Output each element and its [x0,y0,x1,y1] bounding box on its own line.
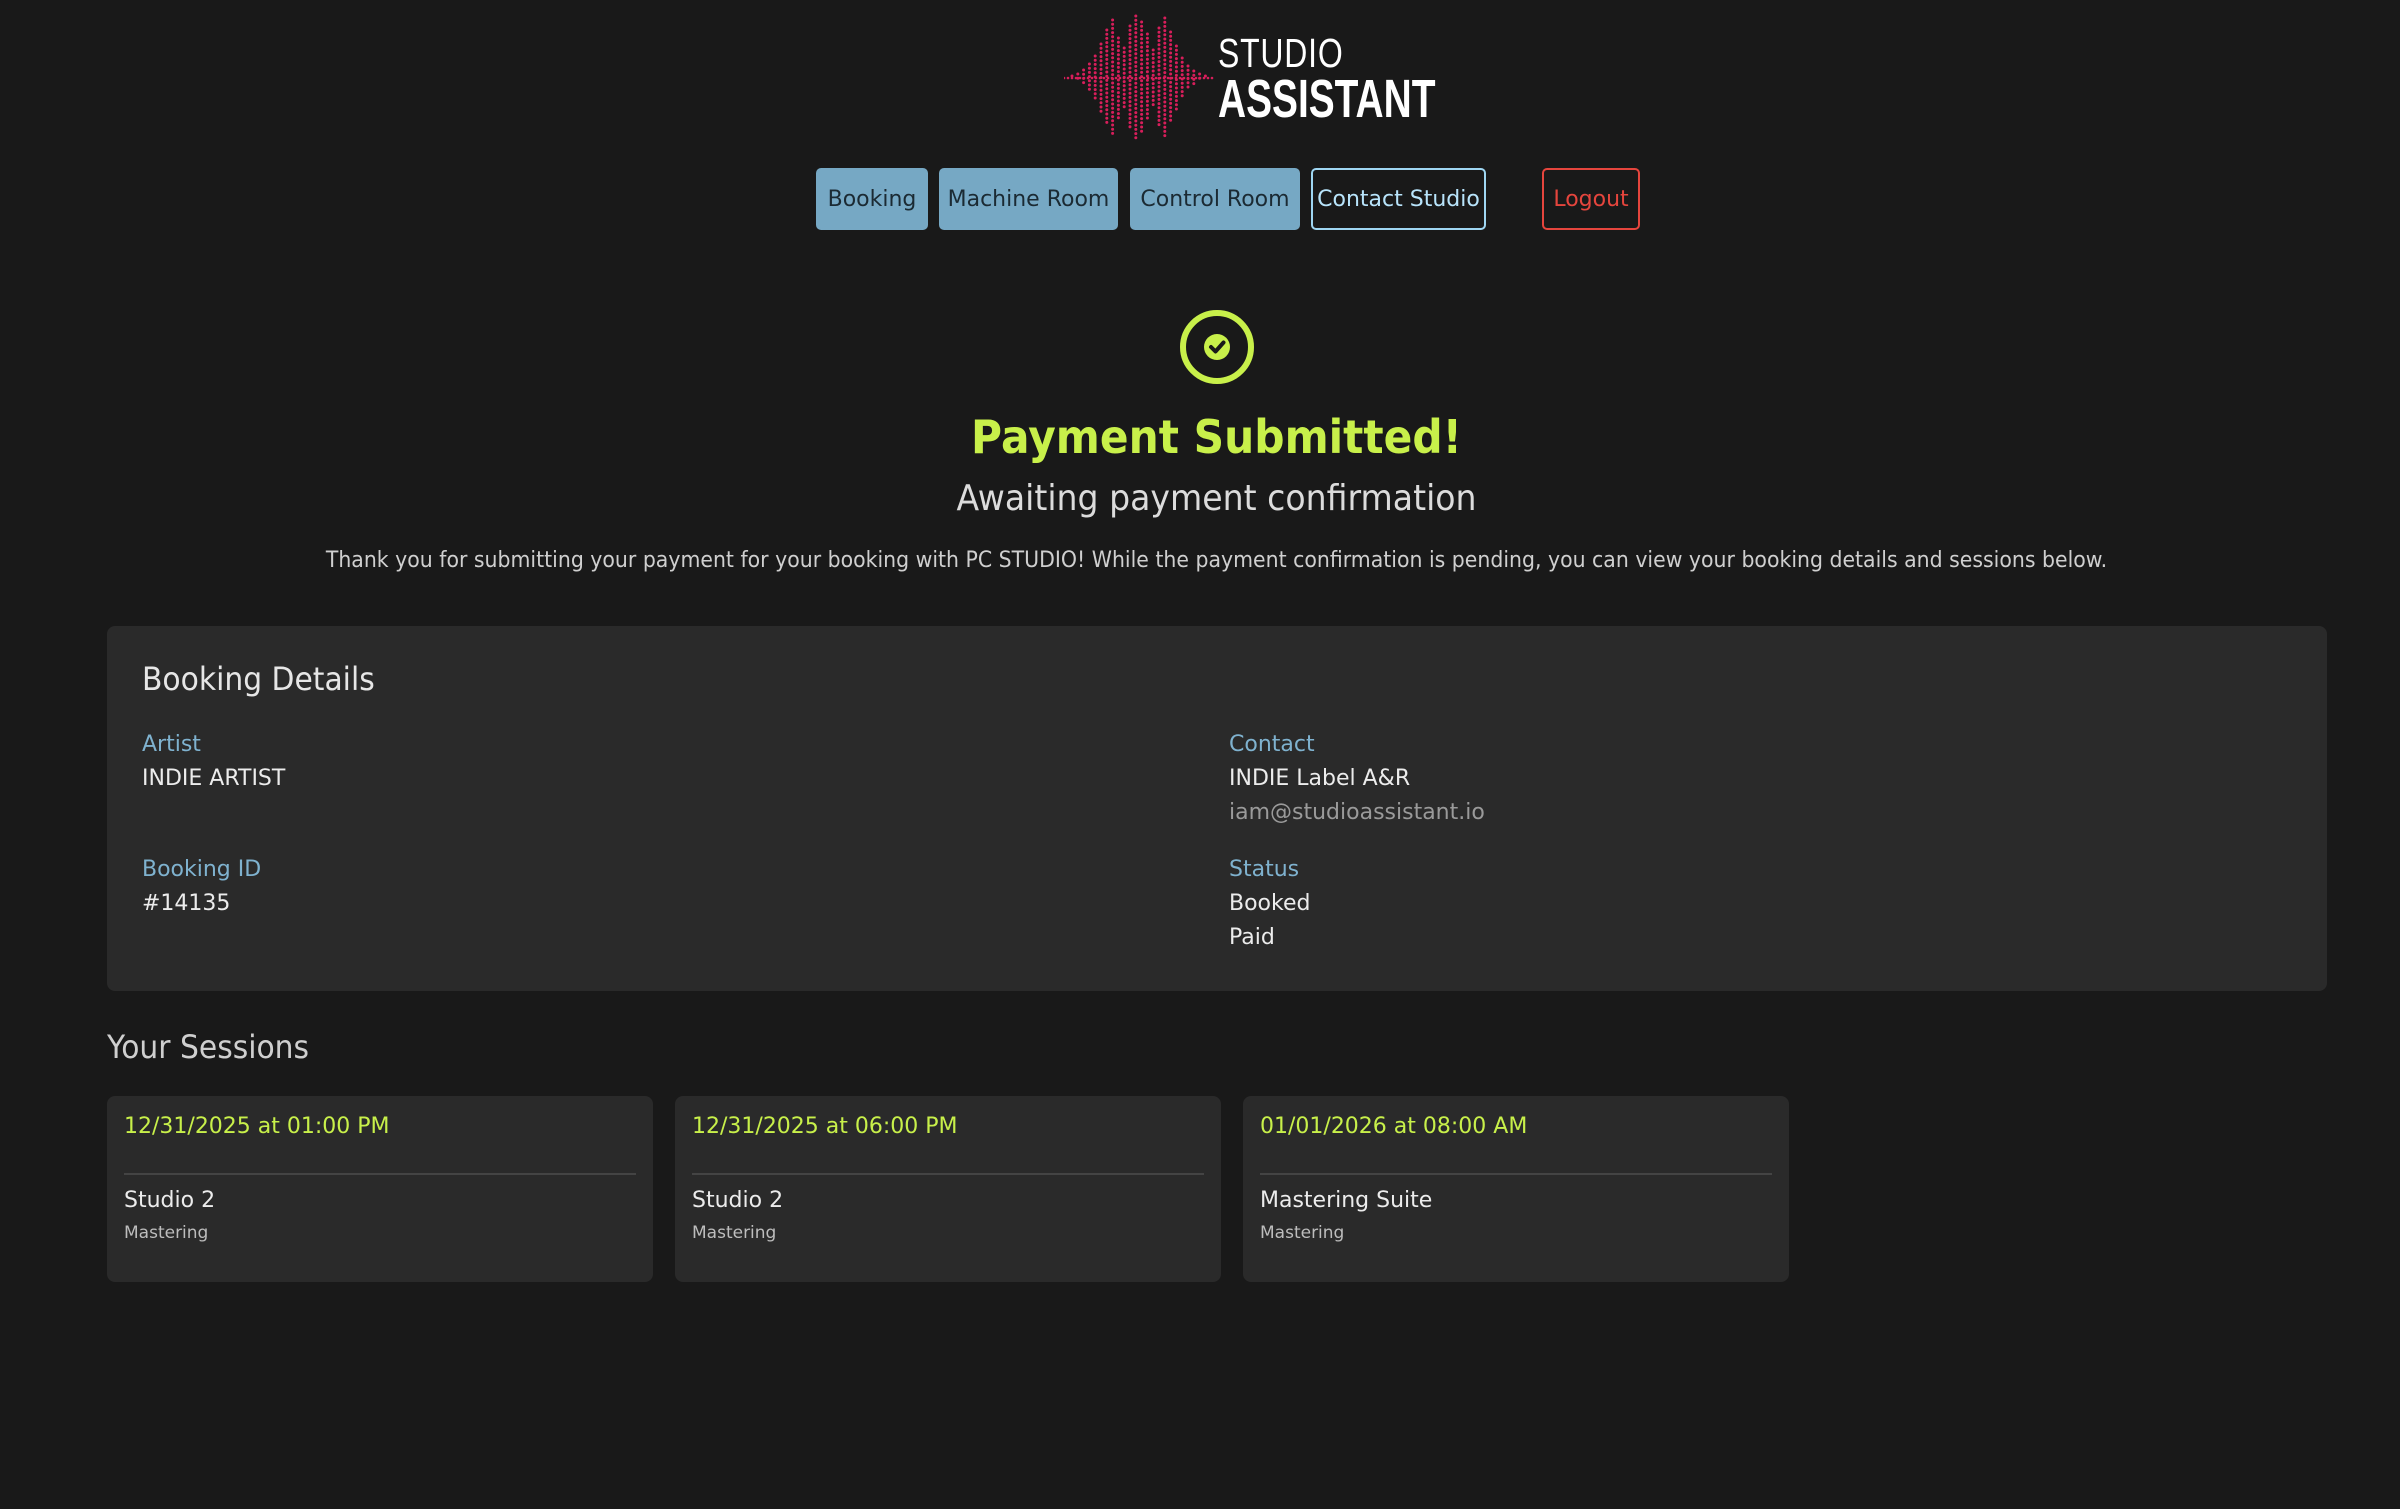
booking-status-value: Booked [1229,891,1311,916]
main-nav: Booking Machine Room Control Room Contac… [0,168,2400,230]
session-card[interactable]: 12/31/2025 at 01:00 PM Studio 2 Masterin… [107,1096,653,1282]
waveform-logo-icon [1064,14,1214,140]
page: STUDIO ASSISTANT Booking Machine Room Co… [0,0,2400,1509]
nav-control-room-button[interactable]: Control Room [1130,168,1300,230]
logout-button[interactable]: Logout [1542,168,1640,230]
contact-name: INDIE Label A&R [1229,766,1411,791]
awaiting-confirmation-subtitle: Awaiting payment confirmation [956,478,1477,519]
session-room: Mastering Suite [1260,1188,1433,1213]
contact-email[interactable]: iam@studioassistant.io [1229,800,1485,825]
contact-label: Contact [1229,732,1315,757]
your-sessions-heading: Your Sessions [107,1028,310,1066]
session-datetime: 12/31/2025 at 06:00 PM [692,1114,958,1139]
thank-you-message: Thank you for submitting your payment fo… [325,548,2108,573]
payment-submitted-title: Payment Submitted! [971,410,1462,464]
session-datetime: 01/01/2026 at 08:00 AM [1260,1114,1528,1139]
session-card[interactable]: 12/31/2025 at 06:00 PM Studio 2 Masterin… [675,1096,1221,1282]
check-circle-icon [1180,310,1254,384]
session-divider [1260,1173,1772,1175]
session-divider [124,1173,636,1175]
session-divider [692,1173,1204,1175]
artist-value: INDIE ARTIST [142,766,286,791]
studio-assistant-logo[interactable]: STUDIO ASSISTANT [1064,12,1435,144]
session-room: Studio 2 [124,1188,216,1213]
session-room: Studio 2 [692,1188,784,1213]
booking-id-label: Booking ID [142,857,262,882]
session-type: Mastering [124,1223,209,1243]
artist-label: Artist [142,732,201,757]
nav-machine-room-button[interactable]: Machine Room [939,168,1118,230]
payment-status-value: Paid [1229,925,1275,950]
nav-contact-studio-button[interactable]: Contact Studio [1311,168,1486,230]
session-type: Mastering [1260,1223,1345,1243]
nav-booking-button[interactable]: Booking [816,168,928,230]
session-card[interactable]: 01/01/2026 at 08:00 AM Mastering Suite M… [1243,1096,1789,1282]
session-type: Mastering [692,1223,777,1243]
logo-text-assistant: ASSISTANT [1218,69,1436,129]
status-label: Status [1229,857,1300,882]
booking-details-card: Booking Details Artist INDIE ARTIST Book… [107,626,2327,991]
booking-details-heading: Booking Details [142,660,375,698]
session-datetime: 12/31/2025 at 01:00 PM [124,1114,390,1139]
booking-id-value: #14135 [142,891,231,916]
